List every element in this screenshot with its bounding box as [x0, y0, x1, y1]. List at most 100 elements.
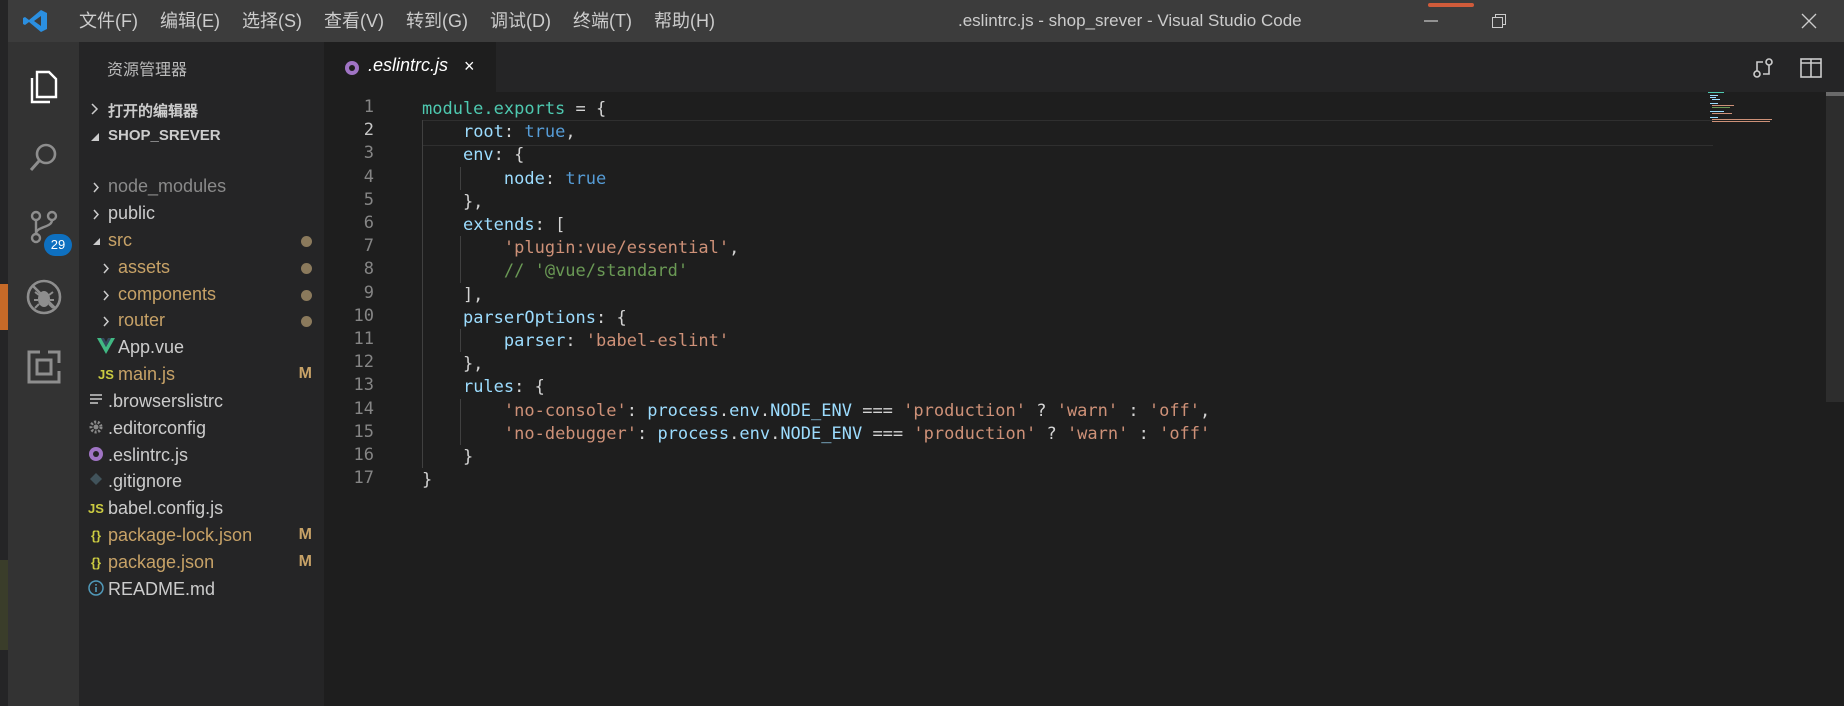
tree-item-label: README.md [108, 579, 216, 599]
files-icon [30, 70, 57, 104]
compare-changes-button[interactable] [1749, 54, 1777, 82]
menu-bar: 文件(F) 编辑(E) 选择(S) 查看(V) 转到(G) 调试(D) 终端(T) 帮助(H) [68, 0, 726, 42]
json-file-icon: {} [90, 528, 102, 543]
vertical-scrollbar[interactable] [1826, 92, 1844, 402]
line-number: 16 [353, 445, 374, 465]
minimize-icon [1424, 20, 1438, 22]
tree-item-label: src [108, 230, 132, 250]
split-editor-icon [1800, 58, 1822, 78]
debug-icon [26, 279, 61, 315]
menu-item-2[interactable]: 选择(S) [231, 0, 313, 42]
git-status-badge: M [298, 365, 312, 382]
extensions-icon [27, 350, 61, 384]
activity-bar: 29 [8, 42, 79, 706]
search-activity[interactable] [8, 122, 79, 192]
menu-item-4[interactable]: 转到(G) [395, 0, 479, 42]
explorer-activity[interactable] [8, 52, 79, 122]
indent-guide [459, 166, 461, 190]
tree-item-label: router [118, 310, 166, 330]
modified-dot-indicator [301, 316, 312, 327]
text-file-icon [87, 392, 105, 412]
open-editors-label: 打开的编辑器 [108, 103, 199, 120]
menu-item-0[interactable]: 文件(F) [68, 0, 149, 42]
line-number: 8 [363, 259, 374, 280]
code-line: } [422, 470, 433, 491]
line-number: 6 [363, 213, 374, 233]
modified-dot-indicator [301, 263, 312, 274]
scm-badge: 29 [44, 234, 72, 256]
vscode-logo-icon [23, 10, 47, 32]
line-number: 12 [353, 352, 374, 373]
tree-item-label: App.vue [118, 337, 185, 357]
tree-item-label: assets [118, 257, 171, 277]
minimap[interactable] [1708, 92, 1808, 132]
tree-item-label: .gitignore [108, 471, 183, 491]
modified-dot-indicator [301, 290, 312, 301]
line-number: 7 [363, 236, 374, 257]
restore-icon [1492, 14, 1506, 28]
tab-label: .eslintrc.js [368, 55, 449, 75]
debug-activity[interactable] [8, 262, 79, 332]
scrollbar-cursor-marker [1826, 92, 1844, 96]
tree-item-label: components [118, 284, 217, 304]
source-control-activity[interactable]: 29 [8, 192, 79, 262]
indent-guide [459, 398, 461, 445]
code-editor[interactable]: 1 2 3 4 5 6 7 8 9 10 11 12 13 14 15 16 17 module.exports… [324, 92, 1844, 706]
line-number: 2 [363, 120, 374, 141]
vue-file-icon [97, 338, 115, 358]
menu-item-1[interactable]: 编辑(E) [149, 0, 231, 42]
editor-tabs: .eslintrc.js × [324, 42, 1844, 92]
current-line-highlight [423, 120, 1713, 146]
menu-item-3[interactable]: 查看(V) [313, 0, 395, 42]
line-number: 14 [353, 398, 374, 419]
line-number: 13 [353, 375, 374, 396]
menu-item-5[interactable]: 调试(D) [479, 0, 562, 42]
minimize-button[interactable] [1398, 0, 1464, 42]
open-editors-section[interactable]: 打开的编辑器 [79, 94, 324, 124]
line-number: 15 [353, 421, 374, 442]
menu-item-6[interactable]: 终端(T) [562, 0, 643, 42]
line-number: 4 [363, 166, 374, 187]
tree-item-label: package.json [108, 552, 215, 572]
indent-guide [459, 329, 461, 353]
js-file-icon: JS [98, 367, 114, 382]
tree-item-label: node_modules [108, 176, 227, 196]
line-number: 11 [353, 329, 374, 349]
extensions-activity[interactable] [8, 332, 79, 402]
project-label: SHOP_SREVER [108, 127, 221, 144]
tab-eslintrc[interactable]: .eslintrc.js × [324, 42, 496, 92]
tree-item-label: .editorconfig [108, 418, 207, 438]
tree-item-readme-md[interactable]: README.md [79, 575, 324, 606]
code-line: 'no-debugger': process.env.NODE_ENV === … [503, 423, 1211, 444]
indent-guide [422, 120, 423, 469]
window-title: .eslintrc.js - shop_srever - Visual Stud… [958, 11, 1302, 30]
line-number: 9 [363, 282, 374, 303]
indent-guide [459, 236, 461, 283]
close-window-button[interactable] [1776, 0, 1842, 42]
project-section[interactable]: SHOP_SREVER [79, 121, 324, 151]
close-icon [1801, 13, 1817, 29]
tree-item-label: .eslintrc.js [108, 445, 189, 465]
eslint-icon [87, 446, 105, 466]
tree-item-label: package-lock.json [108, 525, 253, 545]
chevron-down-icon [91, 133, 99, 141]
line-number: 10 [353, 305, 374, 326]
line-number: 5 [363, 189, 374, 210]
info-icon [87, 580, 105, 600]
git-icon [87, 472, 105, 492]
eslint-icon [345, 61, 359, 75]
gear-icon [87, 419, 105, 439]
menu-item-7[interactable]: 帮助(H) [643, 0, 726, 42]
tab-close-icon[interactable]: × [464, 56, 475, 77]
line-number: 1 [363, 97, 374, 117]
title-bar: 文件(F) 编辑(E) 选择(S) 查看(V) 转到(G) 调试(D) 终端(T) 帮助(H)… [8, 0, 1844, 42]
tree-item-label: public [108, 203, 156, 223]
search-icon [29, 143, 56, 171]
modified-dot-indicator [301, 236, 312, 247]
split-editor-button[interactable] [1797, 54, 1825, 82]
json-file-icon: {} [90, 555, 102, 570]
tree-item-label: babel.config.js [108, 498, 224, 518]
chevron-right-icon [91, 103, 99, 115]
tree-item-label: .browserslistrc [108, 391, 224, 411]
restore-button[interactable] [1466, 0, 1532, 42]
